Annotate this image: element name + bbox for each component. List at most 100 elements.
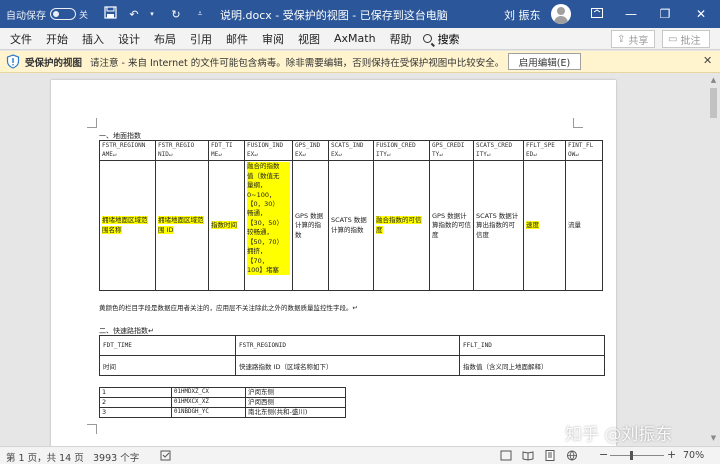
- page-count[interactable]: 第 1 页，共 14 页: [6, 450, 84, 464]
- tab-axmath[interactable]: AxMath: [327, 32, 383, 45]
- autosave-control[interactable]: 自动保存 关: [6, 7, 88, 22]
- status-bar: 第 1 页，共 14 页 3993 个字 − + 70%: [0, 446, 720, 464]
- avatar[interactable]: [551, 4, 571, 24]
- share-button[interactable]: ⇪ 共享: [611, 30, 655, 48]
- shield-icon: [6, 54, 20, 69]
- tab-view[interactable]: 视图: [291, 31, 327, 47]
- table-header-cell: FUSION_IND EX↵: [244, 139, 293, 162]
- table-cell: 3: [99, 407, 172, 418]
- search-label: 搜索: [437, 32, 460, 46]
- tell-me-search[interactable]: 搜索: [422, 31, 460, 47]
- table-header-cell: FINT_FL OW↵: [565, 139, 603, 162]
- ribbon-tabs: 文件 开始 插入 设计 布局 引用 邮件 审阅 视图 AxMath 帮助 搜索 …: [0, 28, 720, 50]
- table-cell: 南北东侧(共和-盛川): [245, 407, 346, 418]
- close-button[interactable]: ✕: [686, 0, 716, 28]
- tab-design[interactable]: 设计: [111, 31, 147, 47]
- table-header-cell: FFLT_IND: [459, 335, 605, 356]
- table-cell: 速度: [523, 160, 566, 292]
- zoom-level[interactable]: 70%: [683, 450, 704, 461]
- share-label: 共享: [628, 35, 649, 47]
- autosave-label: 自动保存: [6, 10, 46, 22]
- scroll-up-icon[interactable]: ▲: [709, 76, 718, 84]
- share-icon: ⇪: [617, 33, 626, 45]
- table-header-cell: FSTR_REGIONN AME↵: [99, 139, 156, 162]
- customize-toolbar-icon[interactable]: ⩡: [192, 9, 208, 19]
- scroll-down-icon[interactable]: ▼: [709, 434, 718, 442]
- table-cell: 01NBDGH_YC: [171, 407, 246, 418]
- comment-icon: ▭: [668, 33, 678, 45]
- table-row: 3 01NBDGH_YC 南北东侧(共和-盛川): [99, 407, 346, 418]
- vertical-scrollbar[interactable]: ▲ ▼: [707, 74, 720, 446]
- title-bar: 自动保存 关 ↶ ▾ ↻ ⩡ 说明.docx - 受保护的视图 - 已保存到这台…: [0, 0, 720, 28]
- table-header-cell: GPS_IND EX↵: [292, 139, 329, 162]
- autosave-toggle[interactable]: [50, 8, 76, 20]
- restore-button[interactable]: ❐: [650, 0, 680, 28]
- save-icon[interactable]: [102, 5, 118, 23]
- table-cell: 1: [99, 387, 172, 398]
- zoom-in-button[interactable]: +: [667, 448, 676, 461]
- table-cell: 拥堵地面区域范围名称: [99, 160, 156, 292]
- comment-label: 批注: [680, 35, 701, 47]
- tab-help[interactable]: 帮助: [383, 31, 419, 47]
- table-row: 1 01HMDXZ_CX 沪闵东侧: [99, 387, 346, 398]
- table-header-cell: FUSION_CRED ITY↵: [373, 139, 430, 162]
- table-row: 拥堵地面区域范围名称 拥堵地面区域范围 ID 指数时间 融合的指数 值（数值无 …: [99, 160, 603, 292]
- tab-review[interactable]: 审阅: [255, 31, 291, 47]
- tab-home[interactable]: 开始: [39, 31, 75, 47]
- undo-dropdown-icon[interactable]: ▾: [144, 10, 160, 18]
- scrollbar-thumb[interactable]: [710, 88, 717, 118]
- note-paragraph: 黄颜色的栏目字段是数据应用者关注的，应用层不关注除此之外的数据质量监控性字段。↵: [99, 304, 358, 312]
- table-cell: GPS 数据计算的指数: [292, 160, 329, 292]
- table-cell: 时间: [99, 355, 236, 376]
- word-count[interactable]: 3993 个字: [93, 450, 139, 464]
- table-cell: 快速路指数 ID（区域名称如下）: [235, 355, 460, 376]
- table-header-cell: FSTR_REGIONID: [235, 335, 460, 356]
- table-header-cell: FDT_TIME: [99, 335, 236, 356]
- zoom-slider[interactable]: [610, 455, 664, 456]
- tab-mailings[interactable]: 邮件: [219, 31, 255, 47]
- comments-button[interactable]: ▭ 批注: [662, 30, 710, 48]
- close-icon[interactable]: ✕: [703, 54, 712, 67]
- table-cell: 01HMDXZ_CX: [171, 387, 246, 398]
- tab-references[interactable]: 引用: [183, 31, 219, 47]
- document-page[interactable]: 一、地面指数 FSTR_REGIONN AME↵ FSTR_REGIO NID↵…: [51, 80, 616, 446]
- undo-icon[interactable]: ↶: [126, 8, 142, 21]
- web-layout-icon[interactable]: [566, 450, 578, 461]
- table-header-cell: GPS_CREDI TY↵: [429, 139, 474, 162]
- focus-mode-icon[interactable]: [500, 450, 512, 461]
- table-row: 时间 快速路指数 ID（区域名称如下） 指数值（含义同上地面解释）: [99, 355, 605, 376]
- table-header-cell: FDT_TI ME↵: [208, 139, 245, 162]
- ground-index-table: FSTR_REGIONN AME↵ FSTR_REGIO NID↵ FDT_TI…: [99, 139, 603, 292]
- region-list-table: 1 01HMDXZ_CX 沪闵东侧 2 01HMXCX_XZ 沪闵西侧 3 01…: [99, 387, 346, 418]
- table-cell: SCATS 数据计算的指数: [328, 160, 374, 292]
- watermark: 知乎 @刘振东: [565, 425, 673, 445]
- user-name[interactable]: 刘 振东: [504, 7, 541, 23]
- table-header-cell: SCATS_IND EX↵: [328, 139, 374, 162]
- table-header-cell: FSTR_REGIO NID↵: [155, 139, 209, 162]
- table-header-cell: FFLT_SPE ED↵: [523, 139, 566, 162]
- proofing-icon[interactable]: [160, 450, 172, 461]
- zoom-out-button[interactable]: −: [599, 448, 608, 461]
- protected-view-bar: 受保护的视图 请注意 - 来自 Internet 的文件可能包含病毒。除非需要编…: [0, 51, 720, 73]
- ribbon-display-options-icon[interactable]: [582, 0, 612, 28]
- enable-editing-button[interactable]: 启用编辑(E): [508, 53, 581, 70]
- minimize-button[interactable]: —: [616, 0, 646, 28]
- table-cell: 沪闵东侧: [245, 387, 346, 398]
- crop-mark: [87, 424, 97, 434]
- document-title: 说明.docx - 受保护的视图 - 已保存到这台电脑: [220, 9, 448, 22]
- table-cell: 拥堵地面区域范围 ID: [155, 160, 209, 292]
- redo-icon[interactable]: ↻: [168, 8, 184, 21]
- crop-mark: [573, 118, 583, 128]
- tab-insert[interactable]: 插入: [75, 31, 111, 47]
- table-cell: GPS 数据计算指数的可信度: [429, 160, 474, 292]
- tab-file[interactable]: 文件: [0, 31, 39, 47]
- read-mode-icon[interactable]: [522, 450, 534, 461]
- tab-layout[interactable]: 布局: [147, 31, 183, 47]
- table-cell: 01HMXCX_XZ: [171, 397, 246, 408]
- document-workspace[interactable]: 一、地面指数 FSTR_REGIONN AME↵ FSTR_REGIO NID↵…: [0, 74, 720, 446]
- protected-view-message: 请注意 - 来自 Internet 的文件可能包含病毒。除非需要编辑，否则保持在…: [90, 57, 505, 69]
- protected-view-title: 受保护的视图: [25, 57, 83, 69]
- print-layout-icon[interactable]: [544, 450, 556, 461]
- table-cell: 流量: [565, 160, 603, 292]
- zoom-slider-thumb[interactable]: [630, 451, 634, 460]
